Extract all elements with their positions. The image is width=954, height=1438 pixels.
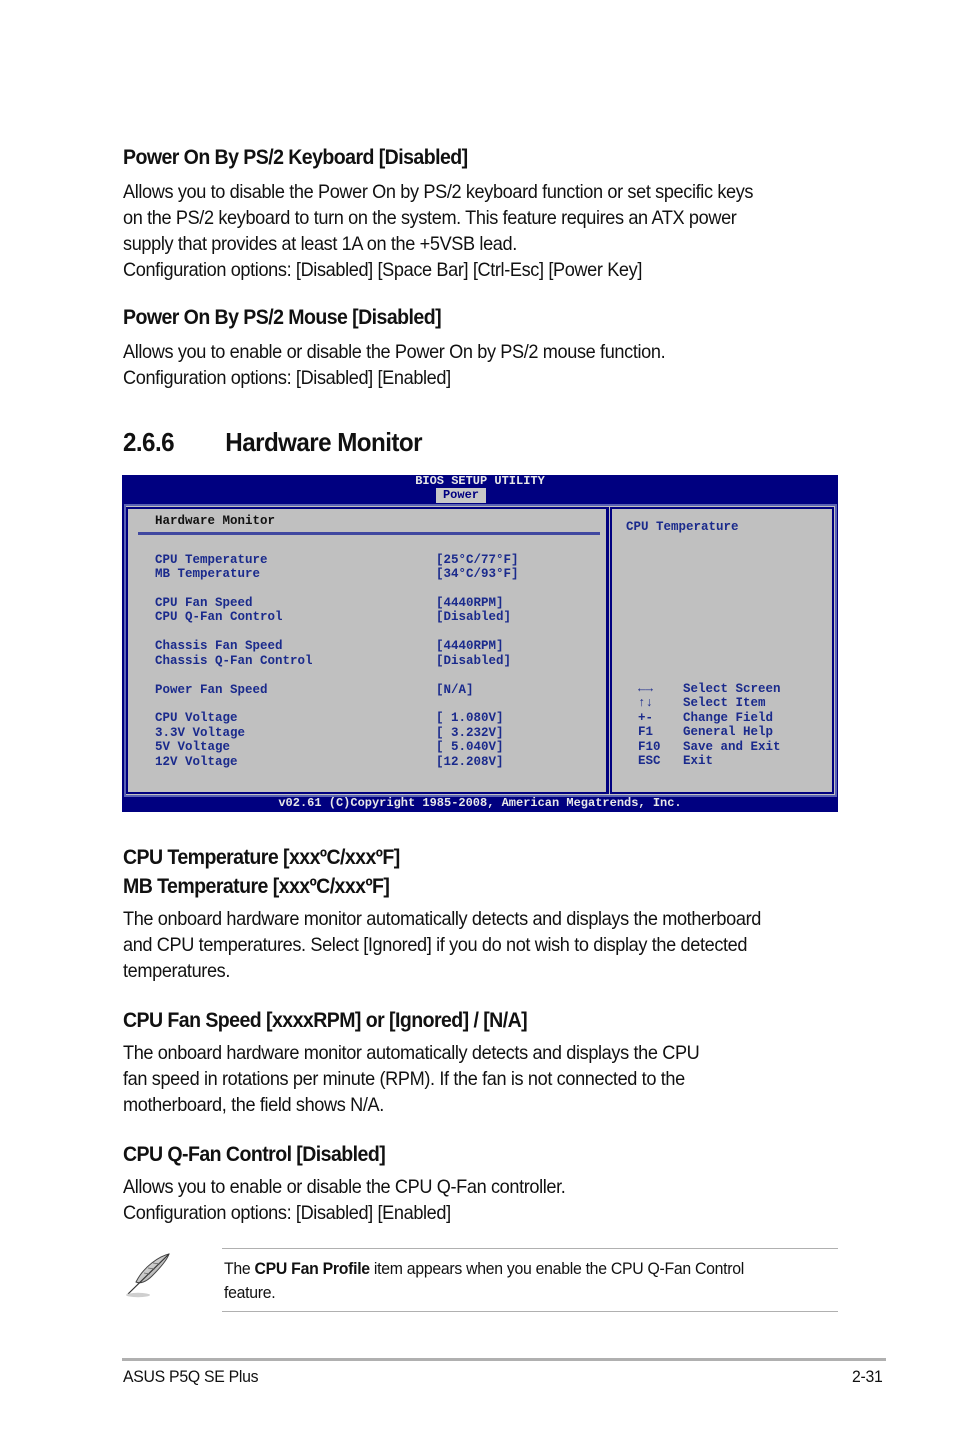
bios-value-mb-temperature: [34°C/93°F] xyxy=(436,567,519,581)
bios-item-cpu-voltage[interactable]: CPU Voltage xyxy=(155,711,238,725)
text-line: supply that provides at least 1A on the … xyxy=(123,233,517,255)
note-bold-term: CPU Fan Profile xyxy=(254,1259,371,1278)
up-down-arrows-icon: ↑↓ xyxy=(638,696,654,710)
section-underline xyxy=(138,532,600,535)
mouse-description: Allows you to enable or disable the Powe… xyxy=(123,339,666,391)
text-line: fan speed in rotations per minute (RPM).… xyxy=(123,1068,685,1090)
bios-item-power-fan-speed[interactable]: Power Fan Speed xyxy=(155,683,268,697)
note-top-rule xyxy=(222,1248,838,1249)
bios-value-cpu-voltage: [ 1.080V] xyxy=(436,711,504,725)
bios-item-3v3-voltage[interactable]: 3.3V Voltage xyxy=(155,726,245,740)
bios-section-title: Hardware Monitor xyxy=(155,514,276,528)
key-f10: F10 xyxy=(638,740,661,754)
text-line: The onboard hardware monitor automatical… xyxy=(123,1042,700,1064)
note-prefix: The xyxy=(224,1259,255,1278)
text-line: Allows you to enable or disable the CPU … xyxy=(123,1176,566,1198)
bios-value-cpu-temperature: [25°C/77°F] xyxy=(436,553,519,567)
qfan-description: Allows you to enable or disable the CPU … xyxy=(123,1174,566,1226)
bios-value-5v-voltage: [ 5.040V] xyxy=(436,740,504,754)
bios-value-cpu-fan-speed: [4440RPM] xyxy=(436,596,504,610)
key-desc-general-help: General Help xyxy=(683,725,774,739)
qfan-heading: CPU Q-Fan Control [Disabled] xyxy=(123,1143,386,1166)
left-right-arrows-icon: ←→ xyxy=(638,682,654,696)
text-line: Configuration options: [Disabled] [Enabl… xyxy=(123,367,451,389)
note-line-2: feature. xyxy=(224,1283,276,1302)
keyboard-description: Allows you to disable the Power On by PS… xyxy=(123,179,753,283)
text-line: temperatures. xyxy=(123,960,231,982)
mouse-heading: Power On By PS/2 Mouse [Disabled] xyxy=(123,306,442,329)
tab-power[interactable]: Power xyxy=(436,488,486,503)
bios-value-12v-voltage: [12.208V] xyxy=(436,755,504,769)
text-line: on the PS/2 keyboard to turn on the syst… xyxy=(123,207,737,229)
keyboard-heading: Power On By PS/2 Keyboard [Disabled] xyxy=(123,146,468,169)
temperature-heading-cpu: CPU Temperature [xxxºC/xxxºF] xyxy=(123,846,400,869)
bios-value-3v3-voltage: [ 3.232V] xyxy=(436,726,504,740)
bios-title: BIOS SETUP UTILITY xyxy=(415,474,545,488)
key-f1: F1 xyxy=(638,725,654,739)
text-line: Configuration options: [Disabled] [Space… xyxy=(123,259,643,281)
key-desc-save-exit: Save and Exit xyxy=(683,740,781,754)
pane-divider xyxy=(606,507,609,794)
bios-value-power-fan-speed: [N/A] xyxy=(436,683,474,697)
key-desc-select-screen: Select Screen xyxy=(683,682,781,696)
key-desc-select-item: Select Item xyxy=(683,696,766,710)
bios-value-chassis-fan-speed: [4440RPM] xyxy=(436,639,504,653)
text-line: Allows you to disable the Power On by PS… xyxy=(123,181,754,203)
footer-rule xyxy=(122,1358,886,1361)
temperature-heading-mb: MB Temperature [xxxºC/xxxºF] xyxy=(123,875,390,898)
bios-screen: BIOS SETUP UTILITY Power Hardware Monito… xyxy=(122,475,838,812)
key-plus-minus: +- xyxy=(638,711,654,725)
footer-page-number: 2-31 xyxy=(852,1367,883,1386)
feather-pen-icon xyxy=(122,1252,174,1300)
text-line: Configuration options: [Disabled] [Enabl… xyxy=(123,1202,451,1224)
section-heading: 2.6.6 Hardware Monitor xyxy=(123,427,422,458)
bios-copyright: v02.61 (C)Copyright 1985-2008, American … xyxy=(278,796,682,810)
text-line: The onboard hardware monitor automatical… xyxy=(123,908,761,930)
key-esc: ESC xyxy=(638,754,661,768)
bios-item-mb-temperature[interactable]: MB Temperature xyxy=(155,567,260,581)
note-suffix: item appears when you enable the CPU Q-F… xyxy=(369,1259,745,1278)
text-line: and CPU temperatures. Select [Ignored] i… xyxy=(123,934,748,956)
fan-speed-description: The onboard hardware monitor automatical… xyxy=(123,1040,700,1118)
bios-item-chassis-qfan-control[interactable]: Chassis Q-Fan Control xyxy=(155,654,313,668)
help-title: CPU Temperature xyxy=(626,520,739,534)
bios-item-cpu-temperature[interactable]: CPU Temperature xyxy=(155,553,268,567)
note-text: The CPU Fan Profile item appears when yo… xyxy=(224,1257,744,1305)
text-line: motherboard, the field shows N/A. xyxy=(123,1094,384,1116)
temperature-description: The onboard hardware monitor automatical… xyxy=(123,906,761,984)
bios-item-chassis-fan-speed[interactable]: Chassis Fan Speed xyxy=(155,639,283,653)
footer-product: ASUS P5Q SE Plus xyxy=(123,1367,259,1386)
bios-value-chassis-qfan-control[interactable]: [Disabled] xyxy=(436,654,511,668)
key-desc-exit: Exit xyxy=(683,754,714,768)
section-title: Hardware Monitor xyxy=(225,427,422,457)
bios-value-cpu-qfan-control[interactable]: [Disabled] xyxy=(436,610,511,624)
fan-speed-heading: CPU Fan Speed [xxxxRPM] or [Ignored] / [… xyxy=(123,1009,528,1032)
section-number: 2.6.6 xyxy=(123,427,175,457)
key-desc-change-field: Change Field xyxy=(683,711,774,725)
bios-item-12v-voltage[interactable]: 12V Voltage xyxy=(155,755,238,769)
bios-item-cpu-fan-speed[interactable]: CPU Fan Speed xyxy=(155,596,253,610)
bios-item-cpu-qfan-control[interactable]: CPU Q-Fan Control xyxy=(155,610,283,624)
bios-item-5v-voltage[interactable]: 5V Voltage xyxy=(155,740,230,754)
text-line: Allows you to enable or disable the Powe… xyxy=(123,341,666,363)
note-bottom-rule xyxy=(222,1311,838,1312)
